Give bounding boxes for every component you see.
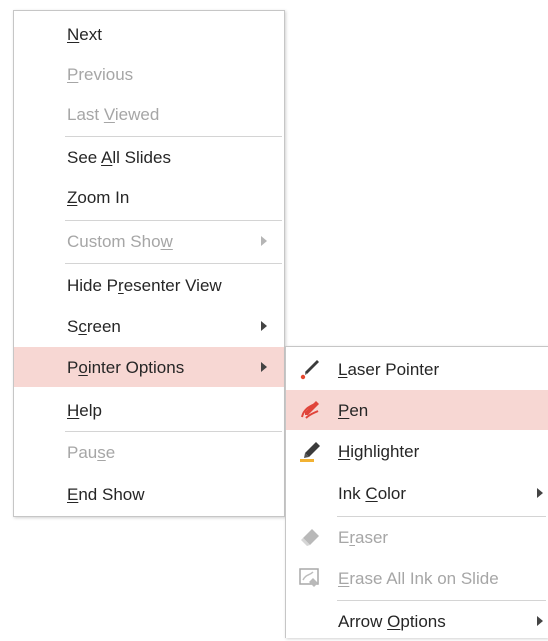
- erase-all-ink-icon: [299, 568, 319, 587]
- submenu-arrow-icon: [537, 488, 543, 498]
- menu-item-laser-pointer[interactable]: Laser Pointer: [286, 349, 548, 389]
- menu-item-label: Last Viewed: [67, 105, 160, 124]
- menu-item-label: Screen: [67, 317, 121, 336]
- menu-item-erase-all-ink[interactable]: Erase All Ink on Slide: [286, 558, 548, 598]
- menu-item-label: Help: [67, 401, 102, 420]
- pen-icon: [301, 401, 319, 419]
- menu-item-label: Custom Show: [67, 232, 173, 251]
- submenu-arrow-icon: [261, 236, 267, 246]
- submenu-arrow-icon: [261, 321, 267, 331]
- menu-item-ink-color[interactable]: Ink Color: [286, 473, 548, 513]
- menu-item-see-all-slides[interactable]: See All Slides: [14, 137, 284, 177]
- highlighter-icon: [300, 442, 320, 462]
- menu-item-last-viewed[interactable]: Last Viewed: [14, 94, 284, 134]
- menu-item-label: Ink Color: [338, 484, 407, 503]
- menu-separator: [65, 263, 282, 264]
- menu-item-pointer-options[interactable]: Pointer Options: [14, 347, 284, 387]
- menu-item-label: Hide Presenter View: [67, 276, 222, 295]
- menu-item-end-show[interactable]: End Show: [14, 474, 284, 514]
- submenu-arrow-icon: [537, 616, 543, 626]
- menu-item-label: Pointer Options: [67, 358, 185, 377]
- menu-item-pause[interactable]: Pause: [14, 432, 284, 472]
- menu-item-label: Next: [67, 25, 102, 44]
- menu-item-arrow-options[interactable]: Arrow Options: [286, 601, 548, 641]
- menu-item-highlighter[interactable]: Highlighter: [286, 431, 548, 471]
- menu-item-label: Pen: [338, 401, 369, 420]
- menu-item-label: Erase All Ink on Slide: [338, 569, 499, 588]
- menu-item-label: Zoom In: [67, 188, 130, 207]
- menu-item-next[interactable]: Next: [14, 14, 284, 54]
- menu-item-hide-presenter-view[interactable]: Hide Presenter View: [14, 265, 284, 305]
- menu-item-screen[interactable]: Screen: [14, 306, 284, 346]
- submenu-arrow-icon: [261, 362, 267, 372]
- menu-item-label: Pause: [67, 443, 116, 462]
- menu-item-zoom-in[interactable]: Zoom In: [14, 177, 284, 217]
- menu-item-label: Highlighter: [338, 442, 420, 461]
- menu-item-label: Eraser: [338, 528, 389, 547]
- menu-item-label: See All Slides: [67, 148, 171, 167]
- menu-item-label: Arrow Options: [338, 612, 446, 631]
- menu-item-label: End Show: [67, 485, 145, 504]
- menu-item-custom-show[interactable]: Custom Show: [14, 221, 284, 261]
- eraser-icon: [301, 529, 319, 546]
- laser-pointer-icon: [300, 360, 319, 380]
- menu-item-label: Previous: [67, 65, 134, 84]
- menu-item-pen[interactable]: Pen: [286, 390, 548, 430]
- pointer-options-submenu: Laser Pointer Pen Highlighter Ink Color …: [285, 346, 548, 638]
- menu-item-previous[interactable]: Previous: [14, 54, 284, 94]
- context-menu: Next Previous Last Viewed See All Slides…: [13, 10, 285, 517]
- menu-item-help[interactable]: Help: [14, 390, 284, 430]
- menu-item-label: Laser Pointer: [338, 360, 440, 379]
- menu-item-eraser[interactable]: Eraser: [286, 517, 548, 557]
